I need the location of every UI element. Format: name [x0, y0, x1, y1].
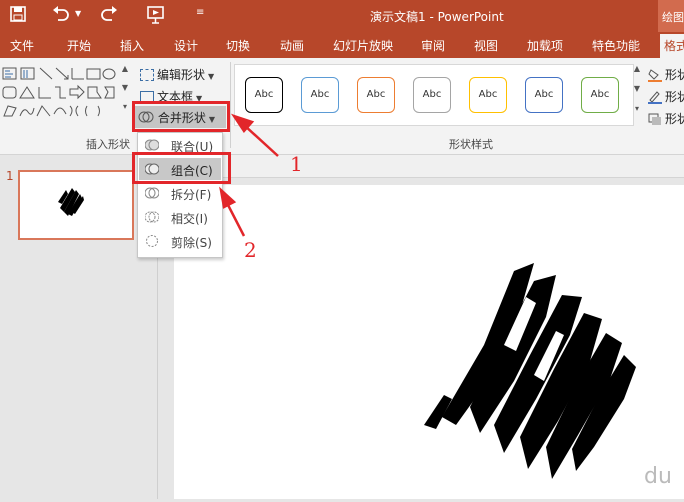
shape-styles-group-label: 形状样式 — [449, 138, 493, 151]
pen-icon — [648, 90, 662, 104]
watermark-text: du — [644, 464, 672, 489]
scroll-up-icon[interactable]: ▲ — [632, 64, 642, 84]
slides-panel: 1 — [0, 155, 158, 499]
menu-item-subtract[interactable]: 剪除(S) — [139, 230, 221, 252]
group-divider — [230, 62, 231, 148]
intersect-icon — [144, 210, 160, 224]
style-preset-blue[interactable]: Abc — [301, 77, 339, 113]
style-preset-orange[interactable]: Abc — [357, 77, 395, 113]
shape-styles-gallery: Abc Abc Abc Abc Abc Abc Abc — [234, 64, 634, 126]
callout-number-1: 1 — [290, 152, 303, 176]
tab-special[interactable]: 特色功能 — [592, 37, 640, 54]
ribbon: ▲ ▼ ▾ 编辑形状 ▼ 文本框 ▼ 合并形状 ▼ 插入形状 Abc Abc Abc … — [0, 58, 684, 155]
shape-fill-button[interactable]: 形状 — [648, 66, 684, 83]
fragment-icon — [144, 186, 160, 200]
menu-item-label: 相交(I) — [171, 212, 208, 226]
tab-addins[interactable]: 加载项 — [527, 37, 563, 54]
slide-canvas[interactable]: du — [174, 185, 684, 499]
style-preset-gold[interactable]: Abc — [469, 77, 507, 113]
edit-shape-icon — [140, 69, 154, 81]
scroll-down-icon[interactable]: ▼ — [632, 84, 642, 104]
tab-slideshow[interactable]: 幻灯片放映 — [333, 37, 393, 54]
tab-transitions[interactable]: 切换 — [226, 37, 250, 54]
tab-home[interactable]: 开始 — [67, 37, 91, 54]
menu-item-label: 拆分(F) — [171, 188, 212, 202]
menu-item-fragment[interactable]: 拆分(F) — [139, 182, 221, 204]
more-icon[interactable]: ▾ — [120, 102, 130, 121]
edit-shape-label: 编辑形状 — [157, 68, 206, 82]
more-icon[interactable]: ▾ — [632, 104, 642, 124]
style-preset-black[interactable]: Abc — [245, 77, 283, 113]
horizontal-ruler — [158, 155, 684, 178]
slide-number: 1 — [6, 169, 14, 183]
style-preset-green[interactable]: Abc — [581, 77, 619, 113]
style-preset-darkblue[interactable]: Abc — [525, 77, 563, 113]
shape-fill-label: 形状 — [665, 68, 684, 82]
tab-review[interactable]: 审阅 — [421, 37, 445, 54]
menu-item-intersect[interactable]: 相交(I) — [139, 206, 221, 228]
slide-thumbnail[interactable] — [18, 170, 134, 240]
subtract-icon — [145, 234, 159, 248]
save-icon[interactable] — [10, 6, 26, 26]
tab-file[interactable]: 文件 — [10, 37, 34, 54]
ribbon-tabs: 文件 开始 插入 设计 切换 动画 幻灯片放映 审阅 视图 加载项 特色功能 格… — [0, 32, 684, 58]
shape-effects-label: 形状 — [665, 112, 684, 126]
tab-animations[interactable]: 动画 — [280, 37, 304, 54]
shape-outline-label: 形状 — [665, 90, 684, 104]
brush-stroke-shape[interactable]: du — [174, 185, 684, 499]
undo-dropdown-icon[interactable]: ▼ — [75, 9, 81, 18]
window-title: 演示文稿1 - PowerPoint — [370, 10, 504, 24]
scroll-down-icon[interactable]: ▼ — [120, 83, 130, 102]
shape-outline-button[interactable]: 形状 — [648, 88, 684, 105]
highlight-box-combine — [132, 152, 231, 184]
chevron-down-icon: ▼ — [208, 72, 215, 81]
shape-gallery-icons — [2, 67, 116, 117]
merge-shapes-menu: 联合(U) 组合(C) 拆分(F) 相交(I) 剪除(S) — [137, 132, 223, 258]
thumbnail-brush-strokes — [58, 188, 84, 216]
shape-gallery-scroll[interactable]: ▲ ▼ ▾ — [120, 64, 130, 122]
paint-bucket-icon — [648, 68, 662, 82]
tab-design[interactable]: 设计 — [174, 37, 198, 54]
shape-effects-icon — [648, 112, 662, 126]
start-from-beginning-icon[interactable] — [146, 6, 166, 28]
edit-shape-button[interactable]: 编辑形状 ▼ — [140, 66, 214, 83]
style-preset-gray[interactable]: Abc — [413, 77, 451, 113]
redo-icon[interactable] — [100, 6, 118, 26]
undo-icon[interactable] — [52, 6, 70, 26]
editing-area: du — [158, 155, 684, 499]
title-bar: ▼ ≡ 演示文稿1 - PowerPoint 绘图工具 — [0, 0, 684, 32]
tab-insert[interactable]: 插入 — [120, 37, 144, 54]
tab-view[interactable]: 视图 — [474, 37, 498, 54]
insert-shapes-group-label: 插入形状 — [86, 138, 130, 151]
customize-qat-icon[interactable]: ≡ — [196, 7, 204, 18]
highlight-box-merge-shapes — [132, 101, 230, 132]
shape-gallery[interactable] — [2, 66, 118, 122]
styles-gallery-scroll[interactable]: ▲ ▼ ▾ — [632, 64, 642, 124]
union-icon — [144, 138, 160, 152]
menu-item-label: 剪除(S) — [171, 236, 212, 250]
tab-format[interactable]: 格式 — [660, 34, 684, 58]
scroll-up-icon[interactable]: ▲ — [120, 64, 130, 83]
shape-effects-button[interactable]: 形状 — [648, 110, 684, 127]
drawing-tools-context-label: 绘图工具 — [658, 0, 684, 32]
callout-number-2: 2 — [244, 238, 257, 262]
